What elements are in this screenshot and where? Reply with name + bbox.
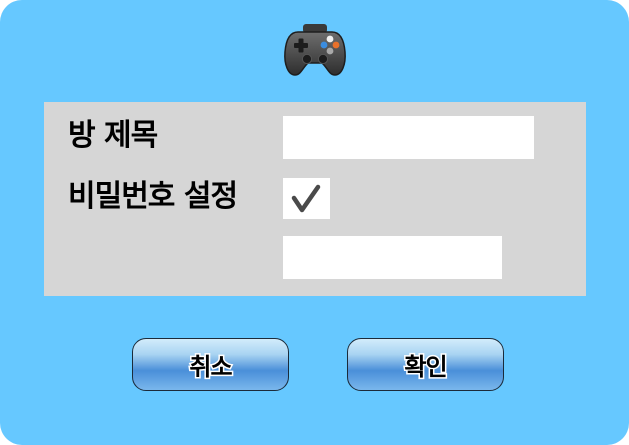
confirm-button-label: 확인 [403, 352, 449, 383]
checkmark-icon [291, 184, 321, 213]
room-settings-panel: 방 제목 비밀번호 설정 [44, 102, 586, 296]
password-input[interactable] [283, 236, 502, 279]
room-title-label: 방 제목 [68, 118, 158, 153]
room-title-input[interactable] [283, 116, 534, 159]
create-room-dialog: 방 제목 비밀번호 설정 취소 확인 [0, 0, 629, 445]
confirm-button[interactable]: 확인 [347, 338, 504, 391]
cancel-button-label: 취소 [188, 352, 234, 383]
game-controller-icon [282, 20, 348, 78]
cancel-button[interactable]: 취소 [132, 338, 289, 391]
password-checkbox[interactable] [283, 178, 330, 219]
password-setting-label: 비밀번호 설정 [68, 179, 238, 214]
